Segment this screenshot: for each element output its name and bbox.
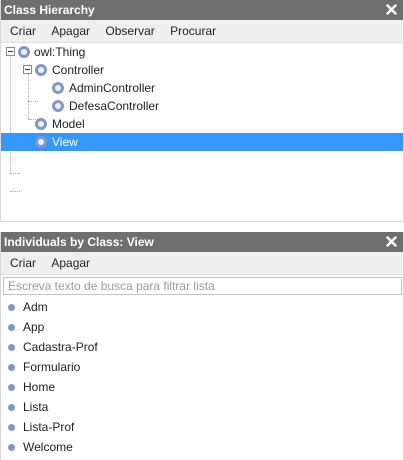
list-item[interactable]: Adm [1, 297, 403, 317]
tree-connector [10, 173, 20, 174]
list-item-label: Cadastra-Prof [23, 340, 98, 354]
tree-node-controller[interactable]: Controller [1, 61, 403, 79]
individual-dot-icon [8, 424, 15, 431]
menu-criar[interactable]: Criar [4, 252, 42, 274]
close-icon[interactable] [386, 232, 398, 252]
class-hierarchy-panel: Class Hierarchy Criar Apagar Observar Pr… [0, 0, 404, 222]
menu-observar[interactable]: Observar [99, 20, 160, 42]
list-item[interactable]: Lista-Prof [1, 417, 403, 437]
menu-apagar[interactable]: Apagar [45, 20, 96, 42]
tree-node-label: owl:Thing [34, 45, 86, 59]
class-circle-icon [52, 100, 64, 112]
tree-node-view[interactable]: View [1, 133, 403, 151]
class-circle-icon [18, 46, 30, 58]
individual-dot-icon [8, 304, 15, 311]
list-item[interactable]: Home [1, 377, 403, 397]
individual-dot-icon [8, 384, 15, 391]
list-item-label: Lista [23, 400, 49, 414]
list-item-label: App [23, 320, 45, 334]
menu-procurar[interactable]: Procurar [164, 20, 222, 42]
menu-criar[interactable]: Criar [4, 20, 42, 42]
collapse-toggle-icon[interactable] [23, 65, 32, 74]
class-hierarchy-title: Class Hierarchy [4, 3, 95, 17]
list-item-label: Welcome [23, 440, 73, 454]
list-item[interactable]: App [1, 317, 403, 337]
tree-node-owl-thing[interactable]: owl:Thing [1, 43, 403, 61]
tree-node-admincontroller[interactable]: AdminController [1, 79, 403, 97]
individual-dot-icon [8, 404, 15, 411]
menu-apagar[interactable]: Apagar [45, 252, 96, 274]
class-hierarchy-menubar: Criar Apagar Observar Procurar [1, 20, 403, 43]
individual-dot-icon [8, 324, 15, 331]
tree-node-label: AdminController [69, 81, 156, 95]
search-input[interactable] [3, 277, 402, 295]
individual-dot-icon [8, 364, 15, 371]
list-item-label: Home [23, 380, 56, 394]
class-tree: owl:Thing Controller AdminController Def… [1, 43, 403, 221]
tree-node-label: View [52, 135, 78, 149]
tree-node-label: Controller [52, 63, 105, 77]
list-item-label: Formulario [23, 360, 81, 374]
class-circle-icon [35, 64, 47, 76]
list-item[interactable]: Lista [1, 397, 403, 417]
tree-node-label: DefesaController [69, 99, 160, 113]
tree-node-defesacontroller[interactable]: DefesaController [1, 97, 403, 115]
tree-connector [10, 191, 20, 192]
close-icon[interactable] [386, 0, 398, 20]
individual-dot-icon [8, 344, 15, 351]
class-circle-icon [35, 136, 47, 148]
list-item[interactable]: Formulario [1, 357, 403, 377]
class-circle-icon [35, 118, 47, 130]
list-item-label: Adm [23, 300, 48, 314]
class-hierarchy-titlebar: Class Hierarchy [1, 0, 403, 20]
individuals-panel: Individuals by Class: View Criar Apagar … [0, 232, 404, 460]
individuals-menubar: Criar Apagar [1, 252, 403, 275]
class-circle-icon [52, 82, 64, 94]
collapse-toggle-icon[interactable] [6, 47, 15, 56]
tree-node-label: Model [52, 117, 85, 131]
individuals-title: Individuals by Class: View [4, 235, 154, 249]
list-item[interactable]: Welcome [1, 437, 403, 457]
individual-dot-icon [8, 444, 15, 451]
tree-node-model[interactable]: Model [1, 115, 403, 133]
individuals-titlebar: Individuals by Class: View [1, 232, 403, 252]
individuals-list: Adm App Cadastra-Prof Formulario Home Li… [1, 297, 403, 457]
list-item-label: Lista-Prof [23, 420, 75, 434]
list-item[interactable]: Cadastra-Prof [1, 337, 403, 357]
